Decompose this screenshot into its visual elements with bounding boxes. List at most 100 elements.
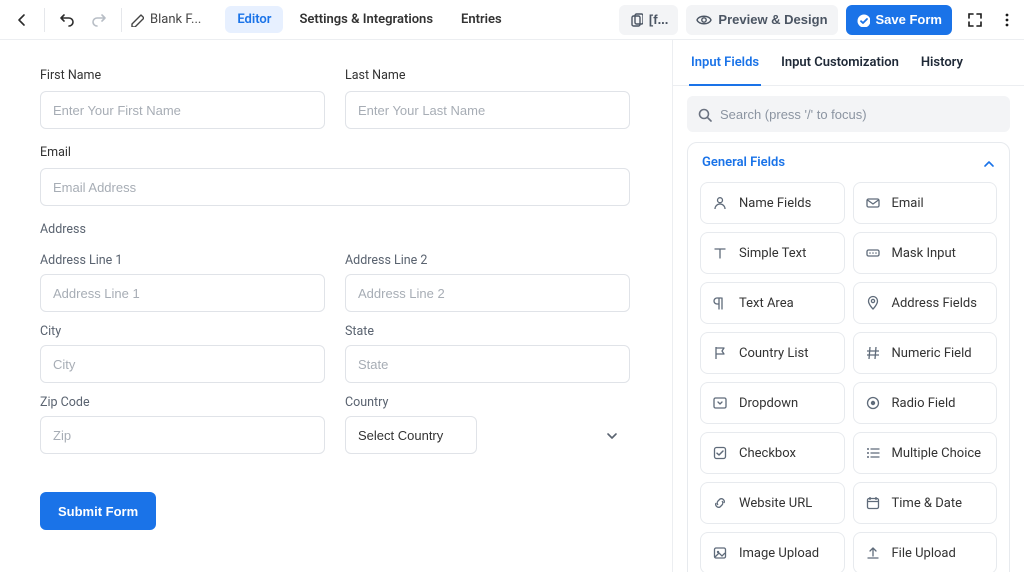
address-line2-input[interactable] xyxy=(345,274,630,312)
group-general-header[interactable]: General Fields xyxy=(688,143,1009,182)
state-input[interactable] xyxy=(345,345,630,383)
pin-icon xyxy=(864,295,882,311)
city-input[interactable] xyxy=(40,345,325,383)
panel-tab-input-fields[interactable]: Input Fields xyxy=(689,40,761,85)
field-tile-text-area[interactable]: Text Area xyxy=(700,282,845,324)
field-tile-label: Website URL xyxy=(739,496,812,511)
radio-icon xyxy=(864,395,882,411)
field-search[interactable] xyxy=(687,96,1010,132)
mail-icon xyxy=(864,195,882,211)
field-tile-numeric-field[interactable]: Numeric Field xyxy=(853,332,998,374)
panel-tab-customization[interactable]: Input Customization xyxy=(779,40,901,85)
check-circle-icon xyxy=(856,13,870,27)
dots-vertical-icon xyxy=(999,12,1015,28)
link-icon xyxy=(711,495,729,511)
form-name-text: Blank F... xyxy=(150,12,201,27)
field-search-input[interactable] xyxy=(720,107,1000,122)
email-input[interactable] xyxy=(40,168,630,206)
field-tile-name-fields[interactable]: Name Fields xyxy=(700,182,845,224)
form-name-edit[interactable]: Blank F... xyxy=(130,12,201,27)
field-tile-label: Time & Date xyxy=(892,496,963,511)
field-tile-file-upload[interactable]: File Upload xyxy=(853,532,998,572)
check-icon xyxy=(711,445,729,461)
field-tile-label: Text Area xyxy=(739,296,794,311)
redo-button[interactable] xyxy=(85,6,113,34)
field-tile-label: Mask Input xyxy=(892,246,956,261)
field-tile-label: Dropdown xyxy=(739,396,798,411)
calendar-icon xyxy=(864,495,882,511)
preview-label: Preview & Design xyxy=(718,12,827,27)
save-label: Save Form xyxy=(876,12,942,27)
city-label: City xyxy=(40,324,325,339)
image-icon xyxy=(711,545,729,561)
text-icon xyxy=(711,245,729,261)
field-tile-address-fields[interactable]: Address Fields xyxy=(853,282,998,324)
field-tile-label: Image Upload xyxy=(739,546,819,561)
divider xyxy=(44,8,45,32)
field-tile-email[interactable]: Email xyxy=(853,182,998,224)
fullscreen-button[interactable] xyxy=(960,5,990,35)
chevron-up-icon xyxy=(981,156,995,170)
field-tile-label: Address Fields xyxy=(892,296,977,311)
dropdown-icon xyxy=(711,395,729,411)
undo-button[interactable] xyxy=(53,6,81,34)
country-select[interactable]: Select Country xyxy=(345,416,477,454)
search-icon xyxy=(697,107,712,122)
field-tile-mask-input[interactable]: Mask Input xyxy=(853,232,998,274)
last-name-input[interactable] xyxy=(345,91,630,129)
email-label: Email xyxy=(40,145,630,160)
form-canvas[interactable]: First Name Last Name Email Address Addre… xyxy=(0,40,672,572)
panel-tab-history[interactable]: History xyxy=(919,40,965,85)
field-tile-label: Numeric Field xyxy=(892,346,972,361)
field-tile-checkbox[interactable]: Checkbox xyxy=(700,432,845,474)
country-label: Country xyxy=(345,395,630,410)
hash-icon xyxy=(864,345,882,361)
field-tile-label: Country List xyxy=(739,346,809,361)
flag-icon xyxy=(711,345,729,361)
field-tile-multiple-choice[interactable]: Multiple Choice xyxy=(853,432,998,474)
field-tile-label: Radio Field xyxy=(892,396,956,411)
back-button[interactable] xyxy=(8,6,36,34)
list-icon xyxy=(864,445,882,461)
submit-button[interactable]: Submit Form xyxy=(40,492,156,530)
field-tile-website-url[interactable]: Website URL xyxy=(700,482,845,524)
chevron-down-icon xyxy=(604,428,618,442)
copy-shortcode-label: [f... xyxy=(649,12,669,27)
address-line1-input[interactable] xyxy=(40,274,325,312)
upload-icon xyxy=(864,545,882,561)
copy-shortcode-button[interactable]: [f... xyxy=(619,5,679,35)
field-tile-dropdown[interactable]: Dropdown xyxy=(700,382,845,424)
field-tile-time-date[interactable]: Time & Date xyxy=(853,482,998,524)
address-label: Address xyxy=(40,222,630,237)
first-name-input[interactable] xyxy=(40,91,325,129)
copy-icon xyxy=(629,13,643,27)
nav-editor[interactable]: Editor xyxy=(225,6,283,33)
field-tile-simple-text[interactable]: Simple Text xyxy=(700,232,845,274)
save-button[interactable]: Save Form xyxy=(846,5,952,35)
field-tile-radio-field[interactable]: Radio Field xyxy=(853,382,998,424)
group-general-title: General Fields xyxy=(702,155,785,170)
zip-label: Zip Code xyxy=(40,395,325,410)
field-tile-country-list[interactable]: Country List xyxy=(700,332,845,374)
first-name-label: First Name xyxy=(40,68,325,83)
last-name-label: Last Name xyxy=(345,68,630,83)
para-icon xyxy=(711,295,729,311)
address-line2-label: Address Line 2 xyxy=(345,253,630,268)
divider xyxy=(121,8,122,32)
pencil-icon xyxy=(130,13,144,27)
nav-settings[interactable]: Settings & Integrations xyxy=(287,6,445,33)
nav-entries[interactable]: Entries xyxy=(449,6,514,33)
field-tile-image-upload[interactable]: Image Upload xyxy=(700,532,845,572)
more-menu-button[interactable] xyxy=(998,5,1016,35)
field-tile-label: File Upload xyxy=(892,546,956,561)
preview-button[interactable]: Preview & Design xyxy=(686,5,837,35)
field-tile-label: Multiple Choice xyxy=(892,446,982,461)
mask-icon xyxy=(864,245,882,261)
eye-icon xyxy=(696,12,712,28)
field-tile-label: Simple Text xyxy=(739,246,806,261)
expand-icon xyxy=(967,12,983,28)
field-tile-label: Checkbox xyxy=(739,446,796,461)
field-tile-label: Name Fields xyxy=(739,196,811,211)
zip-input[interactable] xyxy=(40,416,325,454)
user-icon xyxy=(711,195,729,211)
